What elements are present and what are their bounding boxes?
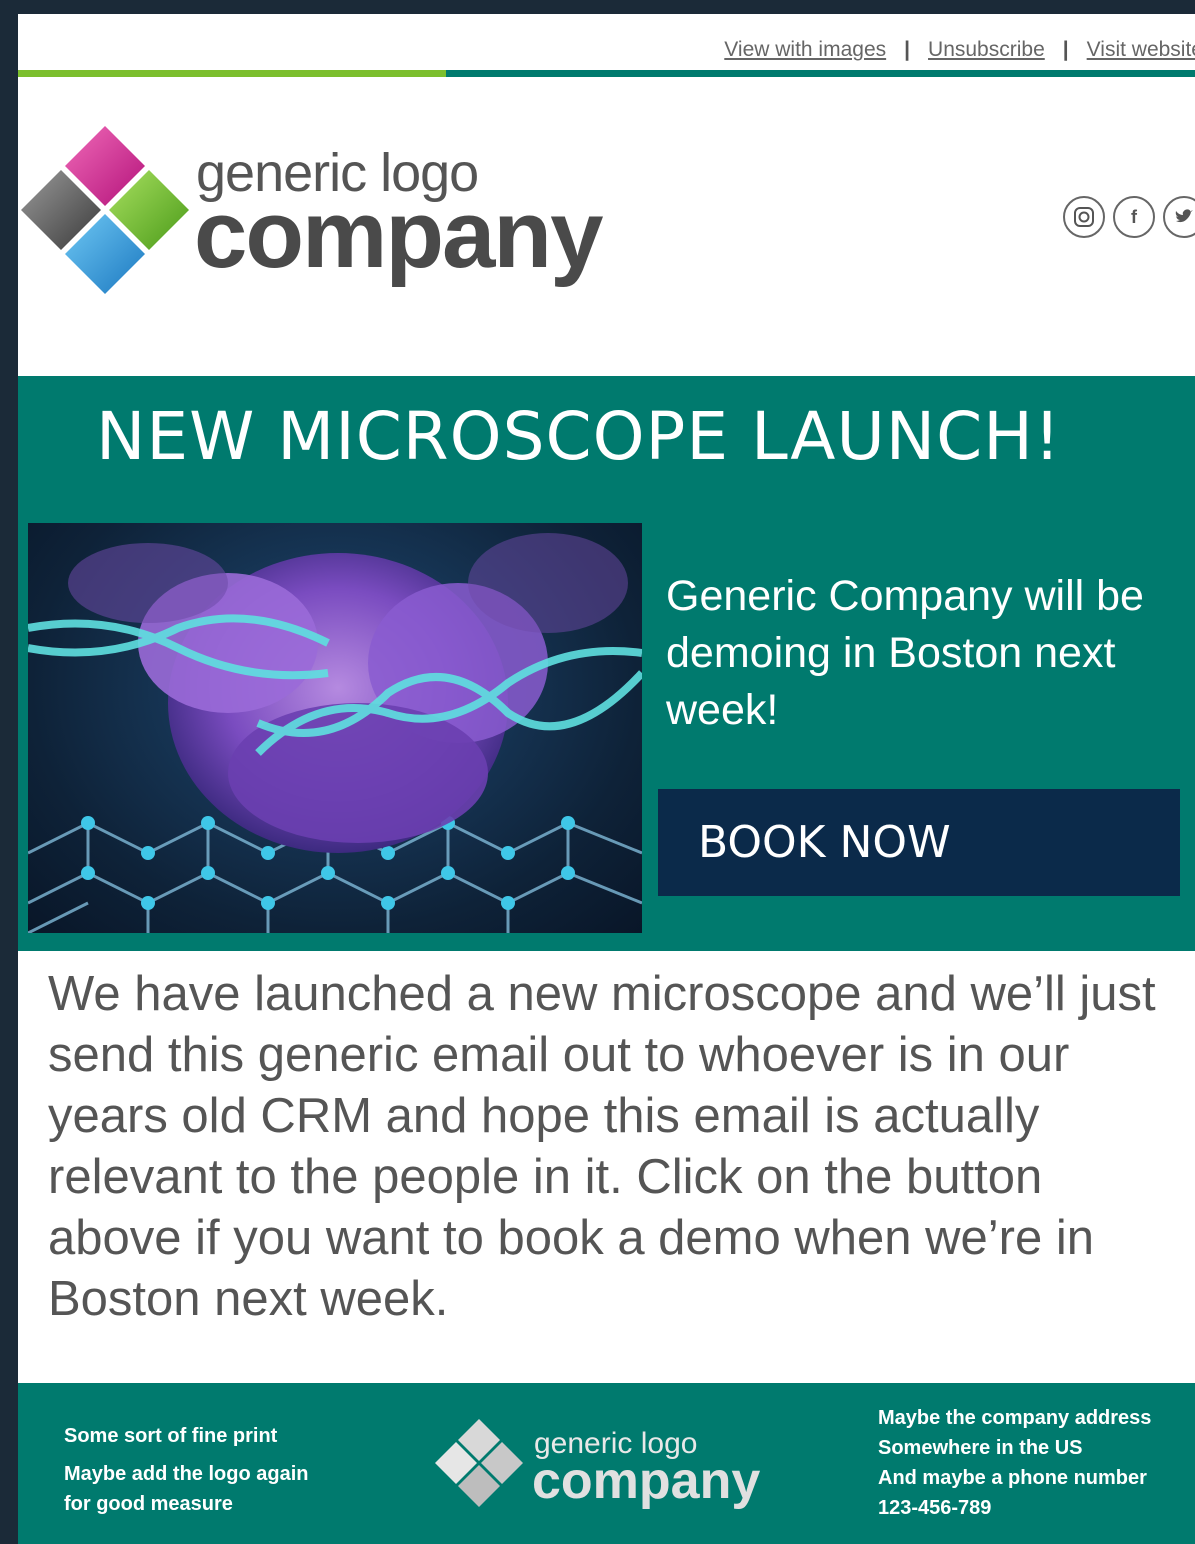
link-separator: |: [1062, 38, 1069, 61]
header-rule-teal: [446, 70, 1195, 77]
body-copy: We have launched a new microscope and we…: [48, 967, 1156, 1326]
company-logo[interactable]: generic logo company: [18, 118, 638, 318]
logo-note-line: Maybe add the logo again: [64, 1463, 309, 1485]
instagram-icon[interactable]: [1063, 196, 1105, 238]
twitter-icon[interactable]: [1163, 196, 1195, 238]
social-links: f: [1063, 196, 1195, 238]
hero-banner: NEW MICROSCOPE LAUNCH! Generic Company w…: [18, 376, 1195, 951]
header-rule-green: [18, 70, 446, 77]
phone-number: 123-456-789: [878, 1497, 992, 1519]
top-links: View with images | Unsubscribe | Visit w…: [724, 30, 1195, 70]
view-with-images-link[interactable]: View with images: [724, 38, 886, 62]
logo-wordmark: company: [194, 181, 603, 288]
email-canvas: View with images | Unsubscribe | Visit w…: [18, 14, 1195, 1544]
facebook-icon[interactable]: f: [1113, 196, 1155, 238]
logo-note-line: for good measure: [64, 1493, 233, 1515]
address-line: And maybe a phone number: [878, 1467, 1147, 1489]
footer-logo-diamond-icon: [435, 1419, 523, 1507]
footer-address: Maybe the company address Somewhere in t…: [878, 1403, 1151, 1523]
footer-fine-print: Some sort of fine print Maybe add the lo…: [64, 1421, 308, 1519]
link-separator: |: [904, 38, 911, 61]
address-line: Somewhere in the US: [878, 1437, 1083, 1459]
microscope-hero-image: [28, 523, 642, 933]
footer: Some sort of fine print Maybe add the lo…: [18, 1383, 1195, 1544]
hero-title: NEW MICROSCOPE LAUNCH!: [96, 398, 1062, 475]
footer-logo-wordmark: company: [532, 1452, 761, 1510]
address-line: Maybe the company address: [878, 1407, 1152, 1429]
visit-website-link[interactable]: Visit website: [1087, 38, 1195, 62]
footer-logo[interactable]: generic logo company: [434, 1419, 764, 1523]
book-now-button[interactable]: BOOK NOW: [658, 789, 1180, 896]
fine-print-line: Some sort of fine print: [64, 1425, 278, 1447]
unsubscribe-link[interactable]: Unsubscribe: [928, 38, 1045, 62]
logo-diamond-icon: [21, 126, 189, 294]
hero-blurb: Generic Company will be demoing in Bosto…: [666, 572, 1144, 734]
